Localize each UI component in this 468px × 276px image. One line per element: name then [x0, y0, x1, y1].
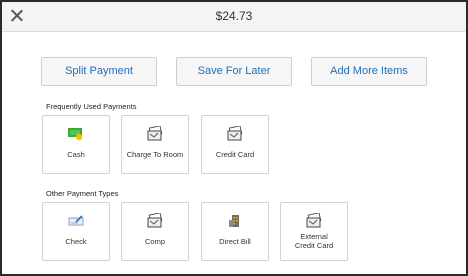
save-for-later-button[interactable]: Save For Later	[176, 57, 292, 86]
payment-tile-check[interactable]: Check	[42, 202, 110, 261]
payment-tile-label: Direct Bill	[219, 237, 251, 246]
card-icon	[227, 126, 243, 141]
card-icon	[147, 213, 163, 228]
payment-tile-label: Check	[65, 237, 87, 246]
cash-icon	[68, 128, 83, 141]
payment-tile-comp[interactable]: Comp	[121, 202, 189, 261]
check-icon	[68, 215, 84, 226]
payment-tile-charge-to-room[interactable]: Charge To Room	[121, 115, 189, 174]
payment-dialog: $24.73 Split Payment Save For Later Add …	[0, 0, 468, 276]
split-payment-button[interactable]: Split Payment	[41, 57, 157, 86]
payment-tile-label: Charge To Room	[126, 150, 184, 159]
other-payments-heading: Other Payment Types	[46, 189, 119, 198]
payment-tile-direct-bill[interactable]: Direct Bill	[201, 202, 269, 261]
total-amount: $24.73	[215, 9, 253, 23]
building-icon	[229, 215, 239, 227]
frequent-payments-heading: Frequently Used Payments	[46, 102, 137, 111]
payment-tile-credit-card[interactable]: Credit Card	[201, 115, 269, 174]
add-more-items-button[interactable]: Add More Items	[311, 57, 427, 86]
payment-tile-label: Credit Card	[215, 150, 255, 159]
dialog-header: $24.73	[2, 2, 466, 32]
payment-tile-external-credit-card[interactable]: External Credit Card	[280, 202, 348, 261]
payment-tile-label: Comp	[144, 237, 165, 246]
card-icon	[147, 126, 163, 141]
payment-tile-label: External Credit Card	[294, 232, 334, 251]
card-icon	[306, 213, 322, 228]
payment-tile-label: Cash	[67, 150, 85, 159]
payment-tile-cash[interactable]: Cash	[42, 115, 110, 174]
